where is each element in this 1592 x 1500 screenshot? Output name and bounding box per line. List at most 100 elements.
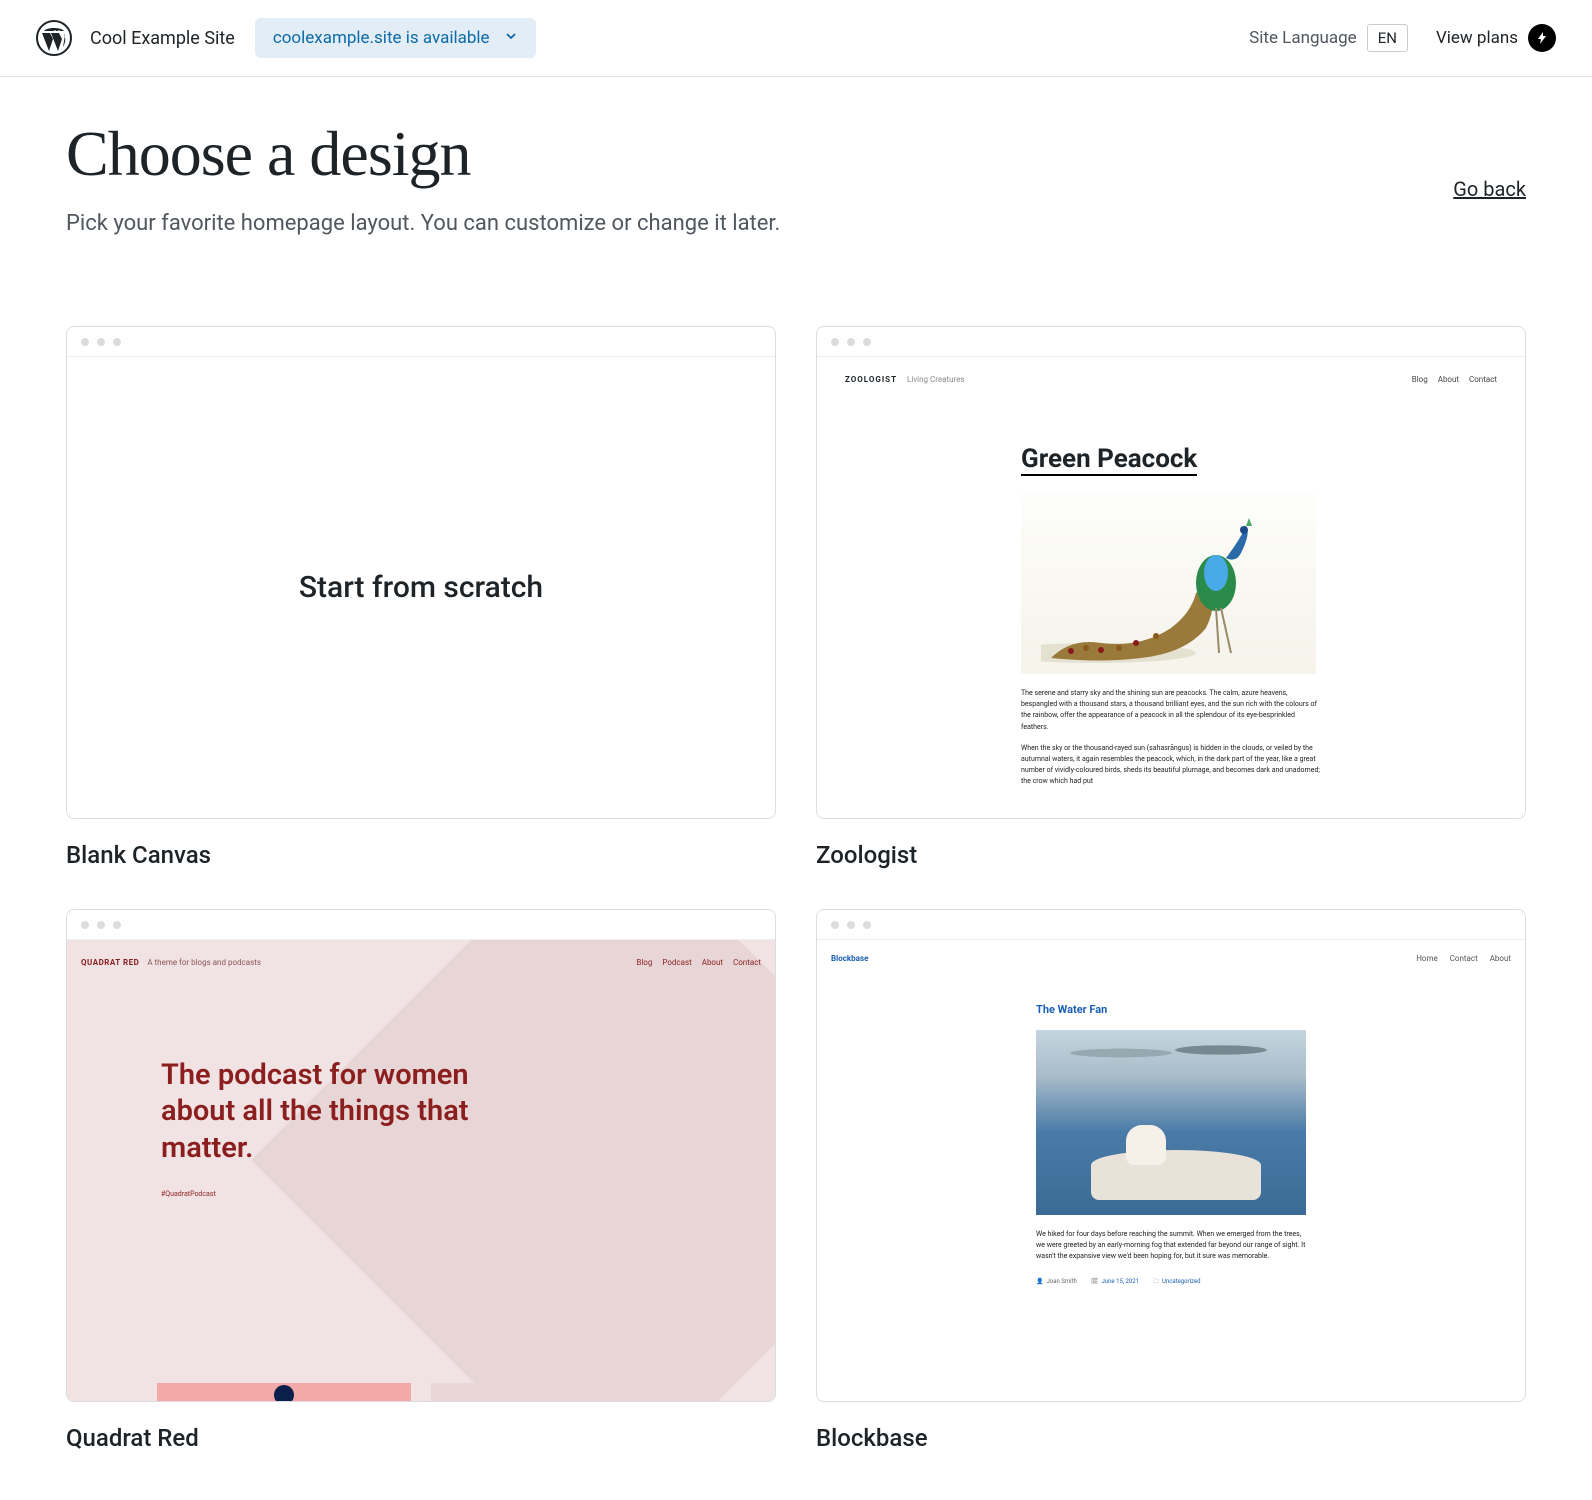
clouds-decoration <box>1046 1038 1296 1068</box>
preview-header: ZOOLOGIST Living Creatures Blog About Co… <box>845 375 1497 384</box>
language-label: Site Language <box>1249 28 1357 48</box>
author-name: Joan Smith <box>1046 1278 1076 1285</box>
theme-grid: Start from scratch Blank Canvas ZOOLOGIS… <box>0 246 1592 1492</box>
card-box <box>157 1383 411 1401</box>
bolt-icon <box>1528 24 1556 52</box>
preview-article-title: The Water Fan <box>1036 1003 1306 1016</box>
card-box <box>431 1383 685 1401</box>
preview-bottom-cards <box>157 1383 685 1401</box>
brand-label: Blockbase <box>831 954 868 963</box>
chevron-down-icon <box>504 28 518 48</box>
theme-preview: ZOOLOGIST Living Creatures Blog About Co… <box>816 326 1526 819</box>
page-title: Choose a design <box>66 117 780 191</box>
site-name: Cool Example Site <box>90 28 235 49</box>
hero-hashtag: #QuadratPodcast <box>161 1190 521 1198</box>
preview-nav: Blog About Contact <box>1412 375 1497 384</box>
author-meta: 👤Joan Smith <box>1036 1278 1077 1285</box>
preview-nav: Home Contact About <box>1416 954 1511 963</box>
header-right: Site Language EN View plans <box>1249 24 1556 52</box>
calendar-icon: 🗓 <box>1091 1278 1099 1285</box>
nav-item: Blog <box>1412 375 1428 384</box>
chrome-dot-icon <box>863 338 871 346</box>
theme-card-blank-canvas[interactable]: Start from scratch Blank Canvas <box>66 326 776 869</box>
preview-image-waterfan <box>1036 1030 1306 1215</box>
preview-hero: The podcast for women about all the thin… <box>81 1057 521 1198</box>
boat-decoration <box>1091 1150 1261 1200</box>
chrome-dot-icon <box>97 921 105 929</box>
preview-brand: ZOOLOGIST Living Creatures <box>845 375 965 384</box>
domain-pill-label: coolexample.site is available <box>273 28 490 48</box>
date-value: June 15, 2021 <box>1101 1278 1139 1285</box>
chrome-dot-icon <box>863 921 871 929</box>
theme-name: Zoologist <box>816 841 1526 869</box>
start-from-scratch-label: Start from scratch <box>299 570 543 605</box>
brand-label: ZOOLOGIST <box>845 375 897 384</box>
tagline-label: A theme for blogs and podcasts <box>147 958 261 967</box>
theme-preview: Blockbase Home Contact About The Water F… <box>816 909 1526 1402</box>
top-header: Cool Example Site coolexample.site is av… <box>0 0 1592 77</box>
language-selector[interactable]: Site Language EN <box>1249 24 1408 52</box>
preview-brand: QUADRAT RED A theme for blogs and podcas… <box>81 958 261 967</box>
view-plans-label: View plans <box>1436 28 1518 48</box>
category-meta: 🗀Uncategorized <box>1153 1277 1201 1287</box>
chrome-dot-icon <box>831 921 839 929</box>
chrome-dot-icon <box>847 338 855 346</box>
title-area: Choose a design Pick your favorite homep… <box>0 77 1592 246</box>
chrome-dot-icon <box>81 338 89 346</box>
avatar-icon <box>274 1385 294 1401</box>
preview-body: ZOOLOGIST Living Creatures Blog About Co… <box>817 357 1525 818</box>
preview-chrome <box>817 327 1525 357</box>
hero-headline: The podcast for women about all the thin… <box>161 1057 521 1166</box>
preview-chrome <box>67 910 775 940</box>
preview-body: Blockbase Home Contact About The Water F… <box>817 940 1525 1401</box>
preview-content: Green Peacock <box>1021 444 1321 788</box>
post-meta: 👤Joan Smith 🗓June 15, 2021 🗀Uncategorize… <box>1036 1277 1306 1287</box>
chrome-dot-icon <box>81 921 89 929</box>
preview-nav: Blog Podcast About Contact <box>636 958 761 967</box>
nav-item: About <box>1490 954 1511 963</box>
theme-name: Blockbase <box>816 1424 1526 1452</box>
person-decoration <box>1126 1125 1166 1165</box>
preview-chrome <box>67 327 775 357</box>
category-value: Uncategorized <box>1162 1278 1201 1285</box>
brand-label: QUADRAT RED <box>81 958 139 967</box>
theme-card-quadrat-red[interactable]: QUADRAT RED A theme for blogs and podcas… <box>66 909 776 1452</box>
nav-item: About <box>1438 375 1459 384</box>
nav-item: Home <box>1416 954 1438 963</box>
chrome-dot-icon <box>113 338 121 346</box>
preview-image-peacock <box>1021 494 1316 674</box>
theme-card-zoologist[interactable]: ZOOLOGIST Living Creatures Blog About Co… <box>816 326 1526 869</box>
theme-card-blockbase[interactable]: Blockbase Home Contact About The Water F… <box>816 909 1526 1452</box>
domain-available-pill[interactable]: coolexample.site is available <box>255 18 536 58</box>
preview-article-title: Green Peacock <box>1021 444 1197 476</box>
preview-header: Blockbase Home Contact About <box>831 954 1511 963</box>
preview-header: QUADRAT RED A theme for blogs and podcas… <box>81 958 761 967</box>
nav-item: Contact <box>1469 375 1497 384</box>
go-back-link[interactable]: Go back <box>1453 177 1526 201</box>
nav-item: Blog <box>636 958 652 967</box>
preview-content: The Water Fan We hiked for four days bef… <box>1036 1003 1306 1287</box>
preview-body: QUADRAT RED A theme for blogs and podcas… <box>67 940 775 1401</box>
folder-icon: 🗀 <box>1153 1278 1159 1285</box>
theme-preview: QUADRAT RED A theme for blogs and podcas… <box>66 909 776 1402</box>
theme-name: Blank Canvas <box>66 841 776 869</box>
chrome-dot-icon <box>847 921 855 929</box>
preview-body: Start from scratch <box>67 357 775 818</box>
preview-chrome <box>817 910 1525 940</box>
page-subtitle: Pick your favorite homepage layout. You … <box>66 211 780 236</box>
title-left: Choose a design Pick your favorite homep… <box>66 117 780 236</box>
preview-paragraph: We hiked for four days before reaching t… <box>1036 1229 1306 1263</box>
nav-item: About <box>702 958 723 967</box>
wordpress-logo-icon[interactable] <box>36 20 72 56</box>
chrome-dot-icon <box>831 338 839 346</box>
view-plans-link[interactable]: View plans <box>1436 24 1556 52</box>
preview-paragraph: When the sky or the thousand-rayed sun (… <box>1021 743 1321 788</box>
user-icon: 👤 <box>1036 1278 1043 1285</box>
theme-name: Quadrat Red <box>66 1424 776 1452</box>
language-code-badge: EN <box>1367 24 1408 52</box>
tagline-label: Living Creatures <box>907 375 964 384</box>
theme-preview: Start from scratch <box>66 326 776 819</box>
nav-item: Podcast <box>662 958 691 967</box>
chrome-dot-icon <box>113 921 121 929</box>
preview-paragraph: The serene and starry sky and the shinin… <box>1021 688 1321 733</box>
